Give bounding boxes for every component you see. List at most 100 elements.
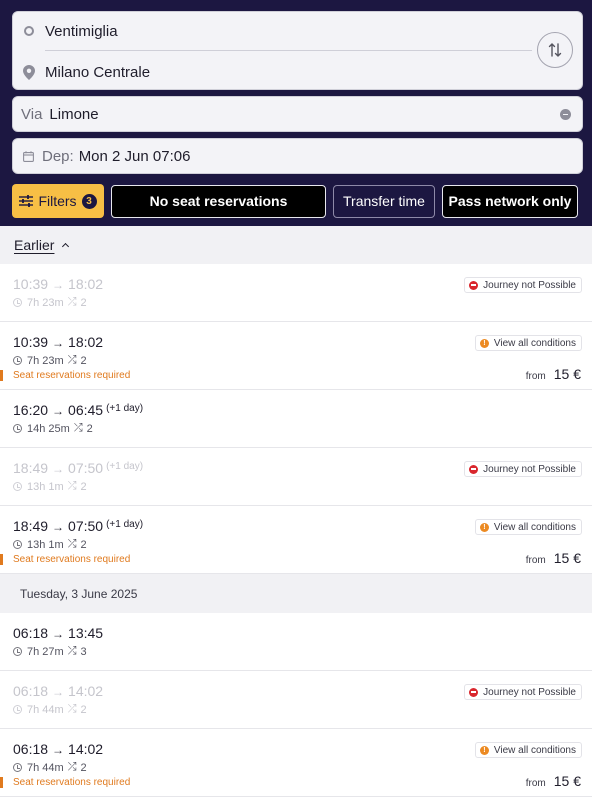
arrow-right-icon: →: [52, 462, 65, 476]
departure-time: 10:39: [13, 276, 49, 292]
badge-label: View all conditions: [493, 521, 576, 533]
clock-icon: [13, 540, 22, 549]
arrival-time: 14:02: [68, 683, 104, 699]
clock-icon: [13, 298, 22, 307]
arrow-right-icon: →: [52, 627, 65, 641]
duration: 13h 1m: [27, 480, 64, 493]
badge-label: Journey not Possible: [483, 686, 576, 698]
connection-times: 18:49 → 07:50 (+1 day): [13, 518, 143, 534]
departure-label: Dep:: [42, 147, 74, 165]
transfer-count: 2: [86, 422, 93, 435]
transfers-icon: ⤮: [67, 645, 77, 657]
via-field[interactable]: Via Limone: [12, 96, 583, 132]
arrow-right-icon: →: [52, 520, 65, 534]
price: from 15 €: [526, 366, 581, 382]
arrival-time: 07:50: [68, 518, 104, 534]
next-day-note: (+1 day): [106, 461, 144, 472]
departure-time: 16:20: [13, 402, 49, 418]
filters-button[interactable]: Filters 3: [12, 184, 104, 218]
connection-times: 18:49 → 07:50 (+1 day): [13, 460, 143, 476]
connection-row[interactable]: 06:18 → 14:02 7h 44m ⤮ 2 Journey not Possible: [0, 671, 592, 729]
duration: 7h 44m: [27, 761, 64, 774]
swap-arrows-icon: [548, 43, 562, 57]
via-label: Via: [21, 105, 43, 123]
search-panel: Ventimiglia Milano Centrale Via Limone D…: [0, 0, 592, 226]
route-box: Ventimiglia Milano Centrale: [12, 11, 583, 90]
arrival-time: 13:45: [68, 625, 104, 641]
arrow-right-icon: →: [52, 743, 65, 757]
chip-transfer-time[interactable]: Transfer time: [333, 184, 435, 218]
info-icon: !: [479, 338, 489, 348]
next-day-note: (+1 day): [106, 403, 144, 414]
destination-field[interactable]: Milano Centrale: [13, 57, 522, 87]
departure-time: 06:18: [13, 625, 49, 641]
duration: 7h 27m: [27, 645, 64, 658]
no-entry-icon: [469, 687, 479, 697]
badge-label: View all conditions: [493, 744, 576, 756]
no-entry-icon: [469, 464, 479, 474]
transfers-icon: ⤮: [67, 480, 77, 492]
filters-label: Filters: [38, 193, 77, 209]
no-entry-icon: [469, 280, 479, 290]
connection-times: 16:20 → 06:45 (+1 day): [13, 402, 143, 418]
chip-pass-network-only[interactable]: Pass network only: [442, 184, 578, 218]
price-from-label: from: [525, 371, 546, 382]
chevron-up-icon: [62, 242, 70, 251]
connection-times: 10:39 → 18:02: [13, 334, 103, 350]
earlier-button[interactable]: Earlier: [0, 226, 592, 264]
view-conditions-button[interactable]: ! View all conditions: [474, 335, 582, 351]
price-amount: 15 €: [553, 366, 581, 382]
arrival-time: 18:02: [68, 276, 104, 292]
clock-icon: [13, 424, 22, 433]
connection-row[interactable]: 18:49 → 07:50 (+1 day) 13h 1m ⤮ 2 Journey not P…: [0, 448, 592, 506]
connection-row[interactable]: 16:20 → 06:45 (+1 day) 14h 25m ⤮ 2: [0, 390, 592, 448]
connection-row[interactable]: 10:39 → 18:02 7h 23m ⤮ 2 Journey not Possible: [0, 264, 592, 322]
clock-icon: [13, 763, 22, 772]
connection-meta: 7h 23m ⤮ 2: [13, 354, 87, 367]
connection-row[interactable]: 06:18 → 13:45 7h 27m ⤮ 3: [0, 613, 592, 671]
seat-warning-marker: [0, 554, 3, 565]
connection-meta: 7h 44m ⤮ 2: [13, 703, 87, 716]
origin-field[interactable]: Ventimiglia: [13, 16, 522, 46]
journey-not-possible-badge: Journey not Possible: [464, 684, 582, 700]
destination-value: Milano Centrale: [45, 63, 151, 81]
price-from-label: from: [525, 555, 546, 566]
transfers-icon: ⤮: [67, 538, 77, 550]
duration: 13h 1m: [27, 538, 64, 551]
seat-reservation-note: Seat reservations required: [13, 554, 131, 565]
departure-time: 10:39: [13, 334, 49, 350]
info-icon: !: [479, 522, 489, 532]
connection-times: 10:39 → 18:02: [13, 276, 103, 292]
connection-row[interactable]: 10:39 → 18:02 7h 23m ⤮ 2! View all conditions S…: [0, 322, 592, 390]
connection-meta: 7h 23m ⤮ 2: [13, 296, 87, 309]
swap-stations-button[interactable]: [537, 32, 573, 68]
transfers-icon: ⤮: [73, 422, 83, 434]
connection-row[interactable]: 06:18 → 14:02 7h 44m ⤮ 2! View all conditions S…: [0, 729, 592, 797]
connection-times: 06:18 → 14:02: [13, 683, 103, 699]
transfer-count: 3: [80, 645, 87, 658]
clock-icon: [13, 482, 22, 491]
view-conditions-button[interactable]: ! View all conditions: [474, 519, 582, 535]
price: from 15 €: [526, 550, 581, 566]
seat-reservation-note: Seat reservations required: [13, 777, 131, 788]
transfers-icon: ⤮: [67, 296, 77, 308]
departure-value: Mon 2 Jun 07:06: [78, 147, 191, 165]
departure-field[interactable]: Dep: Mon 2 Jun 07:06: [12, 138, 583, 174]
duration: 7h 23m: [27, 296, 64, 309]
location-pin-icon: [13, 64, 45, 80]
connection-meta: 14h 25m ⤮ 2: [13, 422, 93, 435]
chip-no-seat-reservations[interactable]: No seat reservations: [111, 184, 326, 218]
connection-meta: 7h 44m ⤮ 2: [13, 761, 87, 774]
clear-via-icon[interactable]: [560, 109, 571, 120]
duration: 14h 25m: [27, 422, 70, 435]
price-amount: 15 €: [553, 550, 581, 566]
connection-row[interactable]: 18:49 → 07:50 (+1 day) 13h 1m ⤮ 2! View all con…: [0, 506, 592, 574]
price-amount: 15 €: [553, 773, 581, 789]
view-conditions-button[interactable]: ! View all conditions: [474, 742, 582, 758]
clock-icon: [13, 647, 22, 656]
arrival-time: 14:02: [68, 741, 104, 757]
clock-icon: [13, 356, 22, 365]
transfer-count: 2: [80, 354, 87, 367]
departure-time: 06:18: [13, 683, 49, 699]
price-from-label: from: [525, 778, 546, 789]
